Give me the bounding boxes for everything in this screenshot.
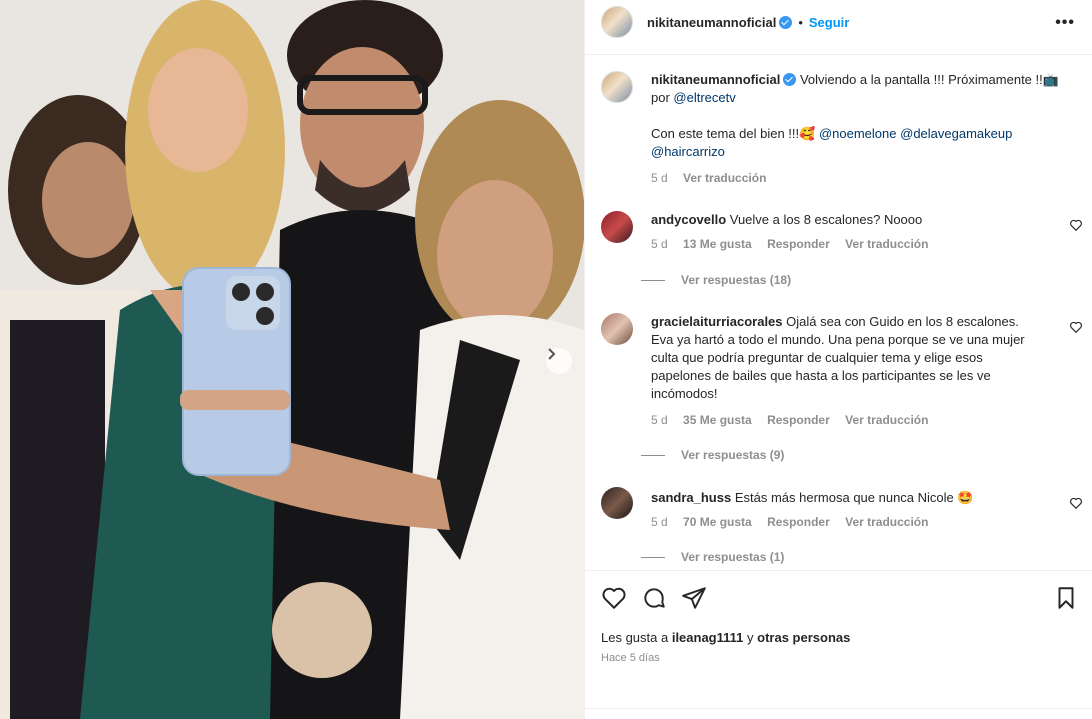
- add-comment-bar[interactable]: [585, 708, 1092, 719]
- comment-emoji: 🤩: [957, 490, 974, 505]
- comment-text: gracielaiturriacorales Ojalá sea con Gui…: [651, 313, 1039, 403]
- comment-time: 5 d: [651, 515, 668, 529]
- comment-body: Vuelve a los 8 escalones? Noooo: [729, 212, 923, 227]
- verified-badge-icon: [779, 15, 793, 29]
- more-options-icon[interactable]: •••: [1055, 14, 1075, 32]
- comment-username[interactable]: andycovello: [651, 212, 726, 227]
- comment-text: andycovello Vuelve a los 8 escalones? No…: [651, 211, 1051, 229]
- post-actions: Les gusta a ileanag1111 y otras personas…: [585, 570, 1092, 670]
- post-photo[interactable]: [0, 0, 584, 719]
- mention-eltrecetv[interactable]: @eltrecetv: [673, 90, 735, 105]
- likes-suffix: y: [743, 630, 758, 645]
- comment-avatar[interactable]: [601, 487, 633, 519]
- comment-like-heart-icon[interactable]: [1069, 320, 1083, 334]
- replies-divider: [641, 279, 665, 281]
- comment-likes[interactable]: 13 Me gusta: [683, 237, 752, 251]
- comment-like-heart-icon[interactable]: [1069, 218, 1083, 232]
- view-replies-button[interactable]: Ver respuestas (1): [641, 550, 785, 564]
- send-icon[interactable]: [681, 585, 707, 611]
- post-header: nikitaneumannoficial • Seguir •••: [585, 0, 1092, 44]
- bookmark-icon[interactable]: [1053, 585, 1079, 611]
- author-avatar[interactable]: [601, 6, 633, 38]
- comment-body: Estás más hermosa que nunca Nicole: [734, 490, 954, 505]
- caption-by: por: [651, 90, 674, 105]
- view-replies-button[interactable]: Ver respuestas (9): [641, 448, 785, 462]
- caption: nikitaneumannoficial Volviendo a la pant…: [651, 71, 1061, 161]
- reply-link[interactable]: Responder: [767, 237, 830, 251]
- follow-button[interactable]: Seguir: [809, 15, 849, 30]
- replies-divider: [641, 454, 665, 456]
- reply-link[interactable]: Responder: [767, 515, 830, 529]
- comment-meta: 5 d 13 Me gusta Responder Ver traducción: [651, 237, 940, 251]
- author-username[interactable]: nikitaneumannoficial: [647, 15, 776, 30]
- caption-author-avatar[interactable]: [601, 71, 633, 103]
- mention-delavegamakeup[interactable]: @delavegamakeup: [900, 126, 1012, 141]
- view-replies-label: Ver respuestas (18): [681, 273, 792, 287]
- post-panel: nikitaneumannoficial • Seguir ••• nikita…: [584, 0, 1092, 719]
- comment-time: 5 d: [651, 237, 668, 251]
- comment-icon[interactable]: [641, 585, 667, 611]
- comment-meta: 5 d 35 Me gusta Responder Ver traducción: [651, 413, 940, 427]
- comment-likes[interactable]: 70 Me gusta: [683, 515, 752, 529]
- comment-like-heart-icon[interactable]: [1069, 496, 1083, 510]
- comment-text: sandra_huss Estás más hermosa que nunca …: [651, 489, 1051, 507]
- verified-badge-icon: [783, 73, 797, 86]
- caption-username[interactable]: nikitaneumannoficial: [651, 72, 780, 87]
- reply-link[interactable]: Responder: [767, 413, 830, 427]
- translate-link[interactable]: Ver traducción: [845, 237, 928, 251]
- caption-text-2: Con este tema del bien !!!: [651, 126, 800, 141]
- likes-user-link[interactable]: ileanag1111: [672, 630, 744, 645]
- likes-prefix: Les gusta a: [601, 630, 672, 645]
- comment-avatar[interactable]: [601, 313, 633, 345]
- mention-haircarrizo[interactable]: @haircarrizo: [651, 144, 725, 159]
- caption-text-1: Volviendo a la pantalla !!! Próximamente…: [799, 72, 1043, 87]
- photo-illustration: [0, 0, 584, 719]
- caption-emoji-2: 🥰: [799, 126, 816, 141]
- comment-username[interactable]: sandra_huss: [651, 490, 731, 505]
- view-replies-label: Ver respuestas (1): [681, 550, 785, 564]
- tv-emoji: 📺: [1042, 72, 1059, 87]
- comment-meta: 5 d 70 Me gusta Responder Ver traducción: [651, 515, 940, 529]
- next-photo-button[interactable]: [546, 348, 572, 374]
- comment-time: 5 d: [651, 413, 668, 427]
- separator-dot: •: [798, 14, 803, 30]
- post-timestamp: Hace 5 días: [601, 652, 660, 664]
- caption-time: 5 d: [651, 171, 668, 185]
- view-replies-button[interactable]: Ver respuestas (18): [641, 273, 792, 287]
- view-replies-label: Ver respuestas (9): [681, 448, 785, 462]
- translate-link[interactable]: Ver traducción: [845, 413, 928, 427]
- comment-avatar[interactable]: [601, 211, 633, 243]
- caption-translate-link[interactable]: Ver traducción: [683, 171, 766, 185]
- comment-likes[interactable]: 35 Me gusta: [683, 413, 752, 427]
- comment-username[interactable]: gracielaiturriacorales: [651, 314, 783, 329]
- likes-others-link[interactable]: otras personas: [757, 630, 850, 645]
- mention-noemelone[interactable]: @noemelone: [819, 126, 897, 141]
- caption-meta: 5 d Ver traducción: [651, 171, 778, 185]
- replies-divider: [641, 556, 665, 558]
- heart-icon[interactable]: [601, 585, 627, 611]
- translate-link[interactable]: Ver traducción: [845, 515, 928, 529]
- comments-section[interactable]: nikitaneumannoficial Volviendo a la pant…: [585, 54, 1092, 570]
- likes-summary: Les gusta a ileanag1111 y otras personas: [601, 630, 850, 645]
- chevron-right-icon: [548, 348, 556, 360]
